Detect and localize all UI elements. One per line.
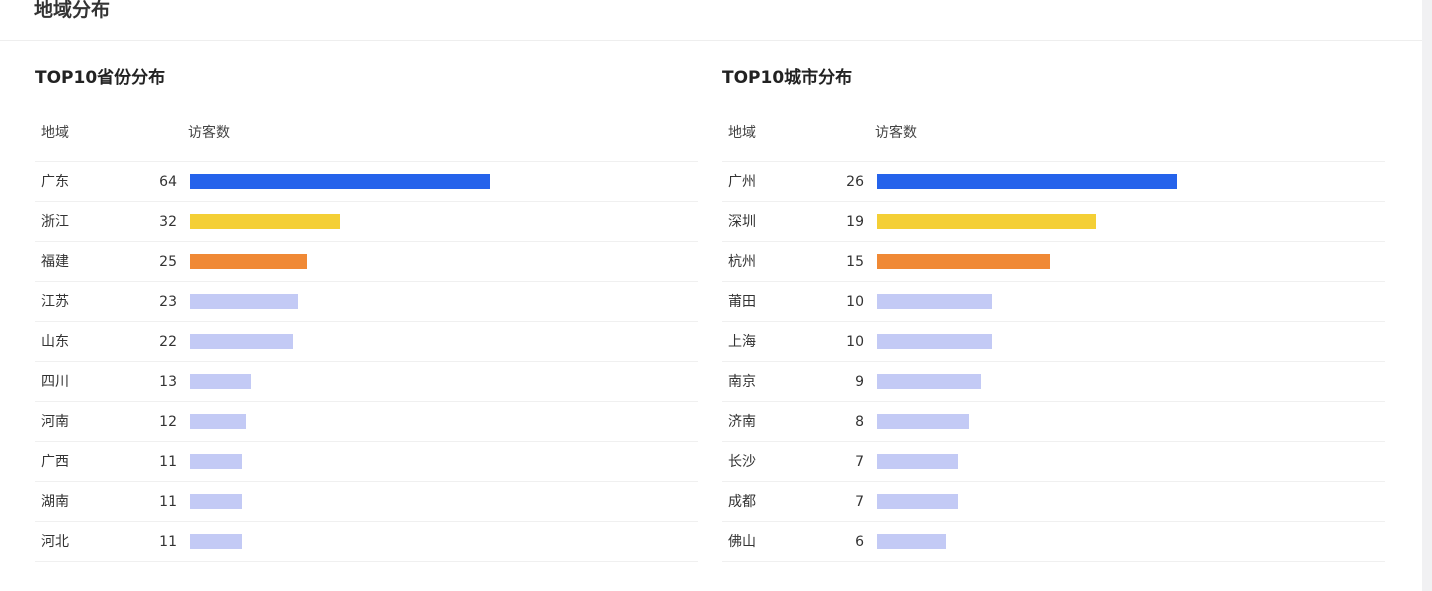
city-visitors-header: 访客数 bbox=[875, 125, 917, 141]
province-row: 河南 12 bbox=[35, 402, 698, 442]
city-visitor-count: 8 bbox=[855, 414, 864, 430]
province-region-name: 河北 bbox=[41, 534, 69, 550]
province-row: 山东 22 bbox=[35, 322, 698, 362]
province-row: 河北 11 bbox=[35, 522, 698, 562]
city-bar bbox=[877, 214, 1096, 229]
city-region-name: 广州 bbox=[728, 174, 756, 190]
province-bar bbox=[190, 534, 242, 549]
province-bar bbox=[190, 174, 490, 189]
city-bar bbox=[877, 254, 1050, 269]
city-region-name: 济南 bbox=[728, 414, 756, 430]
city-region-name: 佛山 bbox=[728, 534, 756, 550]
province-bar bbox=[190, 214, 340, 229]
city-row: 上海 10 bbox=[722, 322, 1385, 362]
city-bar bbox=[877, 294, 992, 309]
province-region-header: 地域 bbox=[41, 125, 69, 141]
province-bar bbox=[190, 334, 293, 349]
city-panel-title: TOP10城市分布 bbox=[722, 68, 853, 88]
province-visitor-count: 32 bbox=[159, 214, 177, 230]
city-region-name: 成都 bbox=[728, 494, 756, 510]
city-region-name: 长沙 bbox=[728, 454, 756, 470]
province-region-name: 河南 bbox=[41, 414, 69, 430]
province-region-name: 山东 bbox=[41, 334, 69, 350]
province-row: 湖南 11 bbox=[35, 482, 698, 522]
city-region-name: 莆田 bbox=[728, 294, 756, 310]
city-row: 济南 8 bbox=[722, 402, 1385, 442]
province-visitor-count: 64 bbox=[159, 174, 177, 190]
province-region-name: 四川 bbox=[41, 374, 69, 390]
province-visitor-count: 11 bbox=[159, 534, 177, 550]
province-region-name: 江苏 bbox=[41, 294, 69, 310]
city-region-name: 杭州 bbox=[728, 254, 756, 270]
province-row: 江苏 23 bbox=[35, 282, 698, 322]
province-visitor-count: 25 bbox=[159, 254, 177, 270]
province-rows: 广东 64 浙江 32 福建 25 江苏 23 山东 22 四川 13 河南 12 广西 11 湖南 11 河北 11 bbox=[35, 162, 698, 562]
city-visitor-count: 26 bbox=[846, 174, 864, 190]
city-panel: TOP10城市分布 地域 访客数 广州 26 深圳 19 杭州 15 莆田 10 上海 10 南京 9… bbox=[722, 0, 1385, 591]
city-row: 莆田 10 bbox=[722, 282, 1385, 322]
city-region-header: 地域 bbox=[728, 125, 756, 141]
city-visitor-count: 6 bbox=[855, 534, 864, 550]
city-bar bbox=[877, 174, 1177, 189]
province-row: 广东 64 bbox=[35, 162, 698, 202]
province-visitor-count: 11 bbox=[159, 494, 177, 510]
city-visitor-count: 10 bbox=[846, 334, 864, 350]
province-visitor-count: 12 bbox=[159, 414, 177, 430]
province-bar bbox=[190, 374, 251, 389]
city-visitor-count: 7 bbox=[855, 454, 864, 470]
province-panel-title: TOP10省份分布 bbox=[35, 68, 166, 88]
city-visitor-count: 10 bbox=[846, 294, 864, 310]
province-bar bbox=[190, 294, 298, 309]
province-panel: TOP10省份分布 地域 访客数 广东 64 浙江 32 福建 25 江苏 23 山东 22 四川 1… bbox=[35, 0, 698, 591]
city-row: 成都 7 bbox=[722, 482, 1385, 522]
province-visitor-count: 22 bbox=[159, 334, 177, 350]
city-row: 深圳 19 bbox=[722, 202, 1385, 242]
province-visitor-count: 13 bbox=[159, 374, 177, 390]
city-bar bbox=[877, 534, 946, 549]
city-bar bbox=[877, 334, 992, 349]
city-bar bbox=[877, 454, 958, 469]
city-visitor-count: 9 bbox=[855, 374, 864, 390]
region-distribution-page: 地域分布 TOP10省份分布 地域 访客数 广东 64 浙江 32 福建 25 江苏 23 山东… bbox=[0, 0, 1432, 591]
province-region-name: 福建 bbox=[41, 254, 69, 270]
city-region-name: 南京 bbox=[728, 374, 756, 390]
city-row: 杭州 15 bbox=[722, 242, 1385, 282]
province-visitors-header: 访客数 bbox=[188, 125, 230, 141]
province-region-name: 浙江 bbox=[41, 214, 69, 230]
province-region-name: 湖南 bbox=[41, 494, 69, 510]
province-row: 广西 11 bbox=[35, 442, 698, 482]
city-rows: 广州 26 深圳 19 杭州 15 莆田 10 上海 10 南京 9 济南 8 长沙 7 成都 7 佛山 6 bbox=[722, 162, 1385, 562]
province-row: 四川 13 bbox=[35, 362, 698, 402]
city-bar bbox=[877, 414, 969, 429]
province-bar bbox=[190, 494, 242, 509]
province-region-name: 广西 bbox=[41, 454, 69, 470]
city-row: 佛山 6 bbox=[722, 522, 1385, 562]
province-bar bbox=[190, 254, 307, 269]
city-bar bbox=[877, 494, 958, 509]
province-visitor-count: 11 bbox=[159, 454, 177, 470]
city-region-name: 上海 bbox=[728, 334, 756, 350]
province-bar bbox=[190, 414, 246, 429]
province-bar bbox=[190, 454, 242, 469]
scrollbar-track[interactable] bbox=[1422, 0, 1432, 591]
city-row: 广州 26 bbox=[722, 162, 1385, 202]
city-bar bbox=[877, 374, 981, 389]
city-visitor-count: 7 bbox=[855, 494, 864, 510]
city-row: 南京 9 bbox=[722, 362, 1385, 402]
province-visitor-count: 23 bbox=[159, 294, 177, 310]
province-row: 浙江 32 bbox=[35, 202, 698, 242]
city-row: 长沙 7 bbox=[722, 442, 1385, 482]
city-visitor-count: 15 bbox=[846, 254, 864, 270]
city-visitor-count: 19 bbox=[846, 214, 864, 230]
province-region-name: 广东 bbox=[41, 174, 69, 190]
city-region-name: 深圳 bbox=[728, 214, 756, 230]
province-row: 福建 25 bbox=[35, 242, 698, 282]
